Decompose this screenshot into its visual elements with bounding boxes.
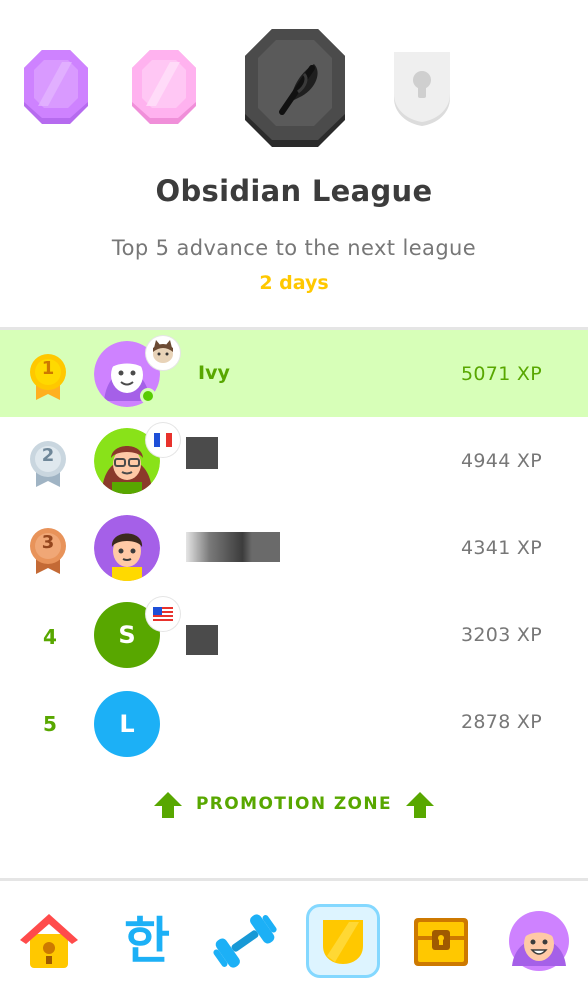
league-subtitle: Top 5 advance to the next league bbox=[111, 236, 477, 260]
avatar[interactable]: L bbox=[94, 691, 160, 757]
up-arrow-icon bbox=[404, 790, 436, 824]
league-badges bbox=[0, 0, 588, 160]
xp-value: 4341 XP bbox=[461, 537, 542, 559]
shield-icon bbox=[323, 920, 363, 964]
hangul-han-icon: 한 bbox=[124, 912, 170, 970]
avatar-initial: L bbox=[119, 710, 135, 738]
leaderboard-row[interactable]: 4 S 3203 XP bbox=[0, 591, 588, 678]
nav-leagues[interactable] bbox=[306, 904, 380, 978]
nav-divider bbox=[0, 878, 588, 881]
cat-emoji-icon bbox=[146, 336, 180, 370]
obsidian-badge-icon bbox=[242, 26, 348, 150]
rank-number: 3 bbox=[41, 532, 55, 553]
rank-number: 2 bbox=[41, 445, 55, 466]
leaderboard-row[interactable]: 3 4341 XP bbox=[0, 504, 588, 591]
nav-practice[interactable] bbox=[208, 904, 282, 978]
nav-shop[interactable] bbox=[404, 904, 478, 978]
locked-badge-icon bbox=[386, 48, 458, 128]
rank-number: 4 bbox=[43, 625, 57, 649]
league-title: Obsidian League bbox=[155, 174, 433, 208]
nav-home[interactable] bbox=[12, 904, 86, 978]
birdhouse-icon bbox=[20, 914, 78, 968]
xp-value: 4944 XP bbox=[461, 450, 542, 472]
redacted-name bbox=[186, 625, 218, 655]
dumbbell-icon bbox=[213, 914, 277, 968]
silver-medal-icon: 2 bbox=[26, 439, 70, 493]
bronze-medal-icon: 3 bbox=[26, 526, 70, 580]
nav-characters[interactable]: 한 bbox=[110, 904, 184, 978]
treasure-chest-icon bbox=[414, 918, 468, 966]
rank-number: 1 bbox=[41, 358, 55, 379]
xp-value: 5071 XP bbox=[461, 363, 542, 385]
leaderboard-row[interactable]: 5 L 2878 XP bbox=[0, 678, 588, 765]
avatar[interactable] bbox=[94, 515, 160, 581]
redacted-name bbox=[186, 532, 280, 562]
amethyst-badge-icon bbox=[22, 48, 90, 126]
redacted-name bbox=[186, 437, 218, 469]
france-flag-icon bbox=[146, 423, 180, 457]
xp-value: 3203 XP bbox=[461, 624, 542, 646]
leaderboard-row[interactable]: 2 4944 XP bbox=[0, 417, 588, 504]
xp-value: 2878 XP bbox=[461, 711, 542, 733]
profile-avatar-icon bbox=[509, 911, 569, 971]
time-remaining: 2 days bbox=[259, 272, 329, 294]
usa-flag-icon bbox=[146, 597, 180, 631]
online-status-indicator bbox=[140, 388, 156, 404]
gold-medal-icon: 1 bbox=[26, 352, 70, 406]
leaderboard-row[interactable]: 1 Ivy 5071 XP bbox=[0, 330, 588, 417]
promotion-zone: PROMOTION ZONE bbox=[0, 788, 588, 824]
pearl-badge-icon bbox=[130, 48, 198, 126]
user-name[interactable]: Ivy bbox=[198, 362, 230, 384]
nav-profile[interactable] bbox=[502, 904, 576, 978]
rank-number: 5 bbox=[43, 712, 57, 736]
promotion-zone-label: PROMOTION ZONE bbox=[195, 794, 393, 814]
